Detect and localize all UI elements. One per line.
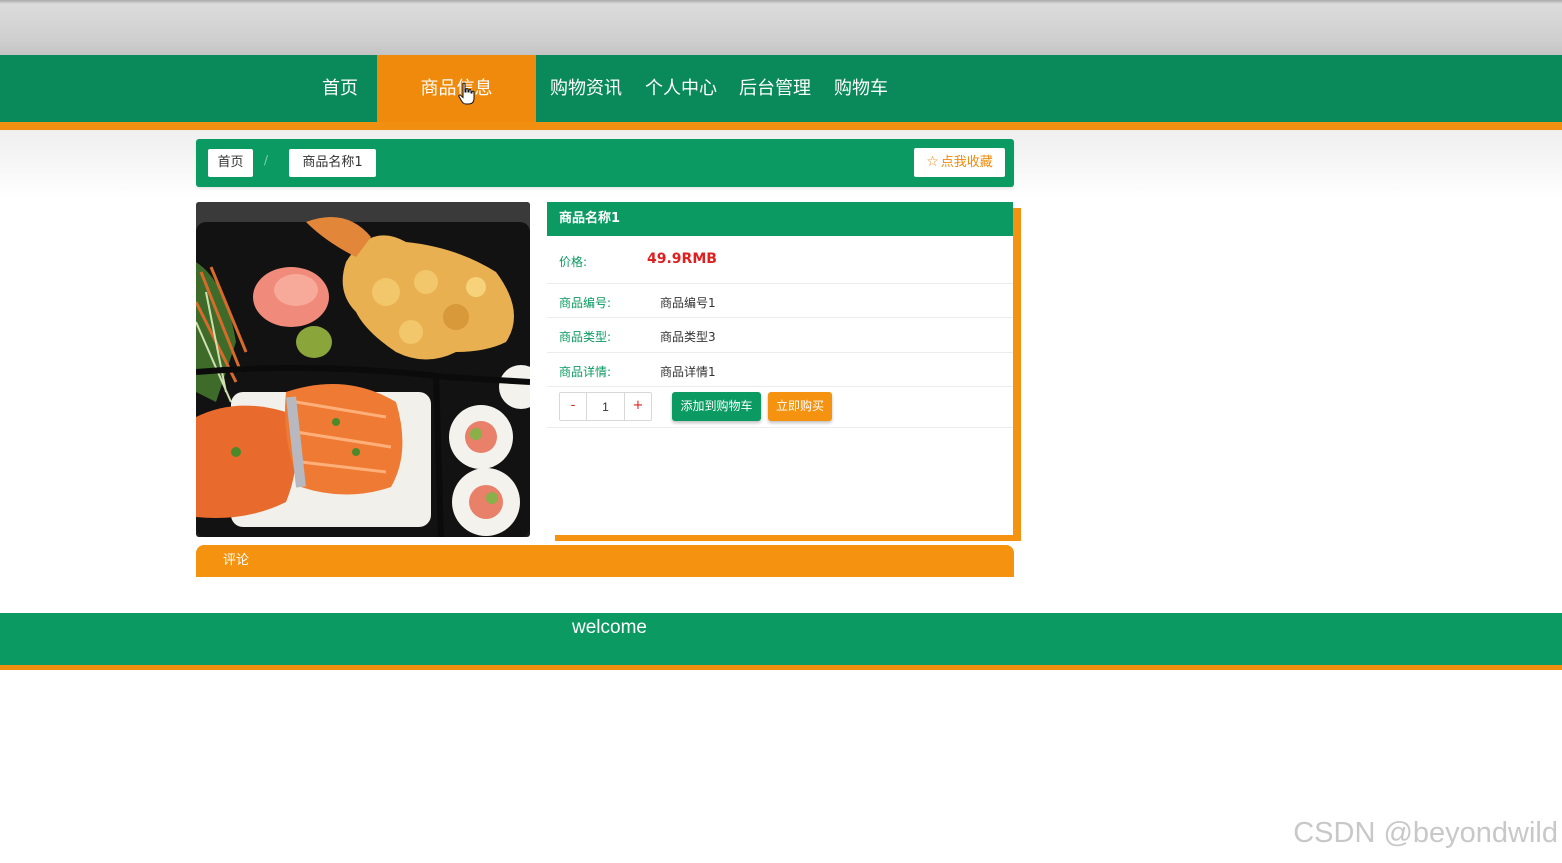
quantity-stepper: - + — [559, 392, 652, 421]
add-to-cart-button[interactable]: 添加到购物车 — [672, 392, 761, 421]
price-label: 价格: — [559, 255, 588, 269]
buy-now-button[interactable]: 立即购买 — [768, 392, 832, 421]
star-outline-icon: ☆ — [926, 154, 939, 170]
comments-label: 评论 — [223, 553, 250, 568]
product-image — [196, 202, 530, 537]
footer: welcome — [0, 613, 1562, 665]
nav-item-home[interactable]: 首页 — [304, 55, 376, 122]
quantity-plus-button[interactable]: + — [624, 393, 651, 420]
product-type-row: 商品类型: 商品类型3 — [547, 318, 1013, 353]
product-type-value: 商品类型3 — [660, 330, 716, 344]
price-value: 49.9RMB — [647, 251, 717, 267]
nav-item-news[interactable]: 购物资讯 — [542, 55, 630, 122]
breadcrumb-home[interactable]: 首页 — [208, 149, 253, 177]
product-desc-row: 商品详情: 商品详情1 — [547, 353, 1013, 387]
quantity-minus-button[interactable]: - — [560, 393, 587, 420]
footer-accent-line — [0, 665, 1562, 670]
quantity-input[interactable] — [587, 393, 624, 420]
product-id-label: 商品编号: — [559, 296, 612, 310]
breadcrumb-current[interactable]: 商品名称1 — [289, 149, 376, 177]
footer-text: welcome — [572, 617, 647, 638]
price-row: 价格: 49.9RMB — [547, 236, 1013, 284]
breadcrumb-separator: / — [264, 153, 269, 167]
nav-item-products[interactable]: 商品信息 — [377, 55, 536, 122]
nav-accent-line — [0, 122, 1562, 130]
favorite-button[interactable]: ☆ 点我收藏 — [914, 148, 1005, 177]
hand-cursor-icon — [458, 82, 475, 105]
product-detail-panel: 商品名称1 价格: 49.9RMB 商品编号: 商品编号1 商品类型: 商品类型… — [547, 202, 1013, 535]
product-title: 商品名称1 — [547, 202, 1013, 236]
nav-item-user-center[interactable]: 个人中心 — [638, 55, 724, 122]
product-id-value: 商品编号1 — [660, 296, 716, 310]
nav-item-admin[interactable]: 后台管理 — [732, 55, 818, 122]
breadcrumb: 首页 / 商品名称1 ☆ 点我收藏 — [196, 139, 1014, 187]
product-id-row: 商品编号: 商品编号1 — [547, 284, 1013, 318]
product-desc-label: 商品详情: — [559, 365, 612, 379]
favorite-label: 点我收藏 — [940, 155, 993, 170]
product-desc-value: 商品详情1 — [660, 365, 716, 379]
comments-bar[interactable]: 评论 — [196, 545, 1014, 577]
nav-item-cart[interactable]: 购物车 — [826, 55, 896, 122]
product-type-label: 商品类型: — [559, 330, 612, 344]
main-navbar: 首页 商品信息 购物资讯 个人中心 后台管理 购物车 — [0, 55, 1562, 122]
browser-top-strip — [0, 0, 1562, 55]
watermark: CSDN @beyondwild — [1293, 817, 1558, 849]
